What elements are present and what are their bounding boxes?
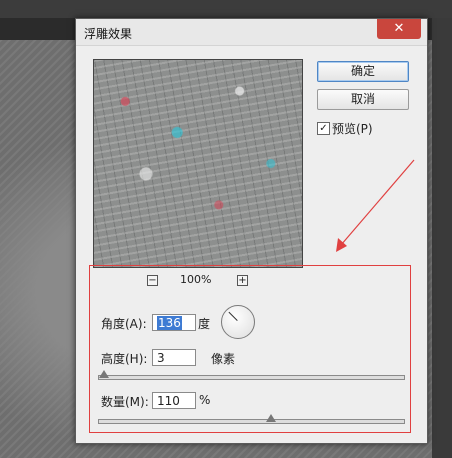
annotation-arrow xyxy=(336,159,415,252)
